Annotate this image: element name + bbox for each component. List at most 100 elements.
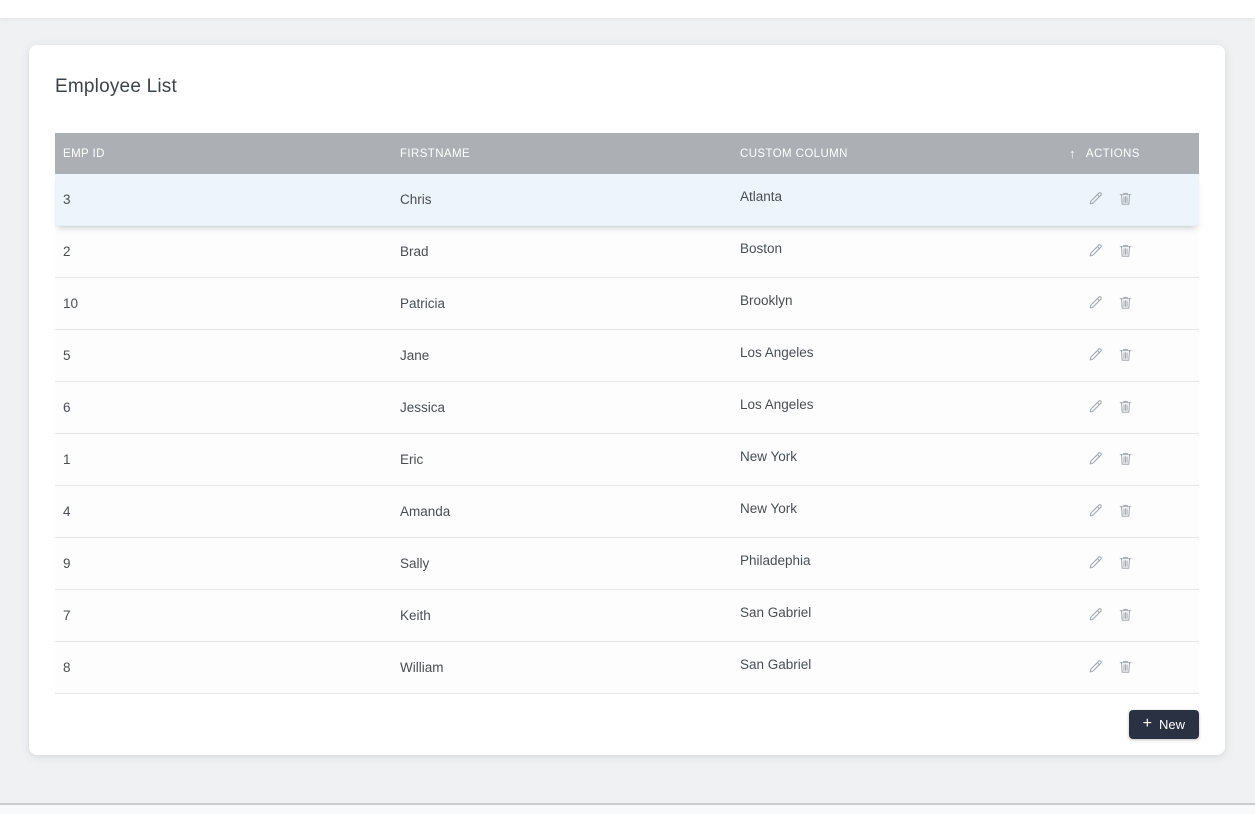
cell-emp-id: 7 [55, 608, 392, 623]
cell-emp-id: 9 [55, 556, 392, 571]
cell-firstname: Eric [392, 452, 732, 467]
cell-actions [1069, 555, 1199, 573]
delete-button[interactable] [1116, 659, 1134, 677]
trash-icon [1117, 190, 1134, 210]
edit-button[interactable] [1086, 347, 1104, 365]
pencil-icon [1087, 554, 1104, 574]
cell-actions [1069, 607, 1199, 625]
trash-icon [1117, 242, 1134, 262]
cell-custom-column: San Gabriel [732, 657, 1069, 672]
new-button[interactable]: + New [1129, 710, 1199, 739]
trash-icon [1117, 346, 1134, 366]
cell-firstname: William [392, 660, 732, 675]
new-button-label: New [1159, 717, 1185, 732]
employee-table: EMP ID FIRSTNAME CUSTOM COLUMN ↑ ACTIONS… [55, 133, 1199, 694]
column-header-emp-id[interactable]: EMP ID [55, 148, 392, 160]
delete-button[interactable] [1116, 295, 1134, 313]
pencil-icon [1087, 190, 1104, 210]
cell-firstname: Jessica [392, 400, 732, 415]
cell-emp-id: 5 [55, 348, 392, 363]
table-row[interactable]: 6 Jessica Los Angeles [55, 382, 1199, 434]
cell-firstname: Jane [392, 348, 732, 363]
edit-button[interactable] [1086, 295, 1104, 313]
cell-firstname: Keith [392, 608, 732, 623]
cell-emp-id: 6 [55, 400, 392, 415]
card-footer: + New [55, 694, 1199, 755]
table-row[interactable]: 4 Amanda New York [55, 486, 1199, 538]
delete-button[interactable] [1116, 243, 1134, 261]
cell-actions [1069, 295, 1199, 313]
column-header-actions-label: ACTIONS [1086, 148, 1140, 160]
pencil-icon [1087, 606, 1104, 626]
delete-button[interactable] [1116, 607, 1134, 625]
pencil-icon [1087, 294, 1104, 314]
edit-button[interactable] [1086, 399, 1104, 417]
edit-button[interactable] [1086, 503, 1104, 521]
table-row[interactable]: 1 Eric New York [55, 434, 1199, 486]
pencil-icon [1087, 658, 1104, 678]
delete-button[interactable] [1116, 191, 1134, 209]
edit-button[interactable] [1086, 243, 1104, 261]
pencil-icon [1087, 242, 1104, 262]
cell-custom-column: San Gabriel [732, 605, 1069, 620]
sort-ascending-icon: ↑ [1069, 147, 1076, 160]
cell-firstname: Chris [392, 192, 732, 207]
page-footer [0, 803, 1255, 814]
trash-icon [1117, 398, 1134, 418]
main-content: Employee List EMP ID FIRSTNAME CUSTOM CO… [0, 18, 1255, 803]
cell-emp-id: 1 [55, 452, 392, 467]
cell-actions [1069, 347, 1199, 365]
delete-button[interactable] [1116, 399, 1134, 417]
cell-custom-column: Brooklyn [732, 293, 1069, 308]
trash-icon [1117, 554, 1134, 574]
pencil-icon [1087, 502, 1104, 522]
cell-custom-column: Boston [732, 241, 1069, 256]
column-header-firstname[interactable]: FIRSTNAME [392, 148, 732, 160]
cell-emp-id: 2 [55, 244, 392, 259]
trash-icon [1117, 502, 1134, 522]
cell-custom-column: Los Angeles [732, 345, 1069, 360]
column-header-actions[interactable]: ↑ ACTIONS [1069, 147, 1199, 160]
table-row[interactable]: 8 William San Gabriel [55, 642, 1199, 694]
cell-custom-column: New York [732, 501, 1069, 516]
table-row[interactable]: 5 Jane Los Angeles [55, 330, 1199, 382]
cell-actions [1069, 191, 1199, 209]
edit-button[interactable] [1086, 451, 1104, 469]
table-row[interactable]: 2 Brad Boston [55, 226, 1199, 278]
cell-emp-id: 10 [55, 296, 392, 311]
cell-emp-id: 8 [55, 660, 392, 675]
cell-actions [1069, 399, 1199, 417]
delete-button[interactable] [1116, 555, 1134, 573]
pencil-icon [1087, 346, 1104, 366]
plus-icon: + [1143, 716, 1152, 732]
edit-button[interactable] [1086, 555, 1104, 573]
trash-icon [1117, 450, 1134, 470]
table-body: 3 Chris Atlanta [55, 174, 1199, 694]
cell-custom-column: Atlanta [732, 189, 1069, 204]
delete-button[interactable] [1116, 451, 1134, 469]
cell-actions [1069, 503, 1199, 521]
page-title: Employee List [55, 73, 1199, 101]
cell-custom-column: New York [732, 449, 1069, 464]
cell-firstname: Brad [392, 244, 732, 259]
table-row[interactable]: 7 Keith San Gabriel [55, 590, 1199, 642]
edit-button[interactable] [1086, 607, 1104, 625]
delete-button[interactable] [1116, 347, 1134, 365]
trash-icon [1117, 294, 1134, 314]
cell-firstname: Patricia [392, 296, 732, 311]
table-row[interactable]: 3 Chris Atlanta [55, 174, 1199, 226]
table-row[interactable]: 9 Sally Philadephia [55, 538, 1199, 590]
cell-custom-column: Los Angeles [732, 397, 1069, 412]
pencil-icon [1087, 450, 1104, 470]
edit-button[interactable] [1086, 659, 1104, 677]
edit-button[interactable] [1086, 191, 1104, 209]
cell-actions [1069, 451, 1199, 469]
cell-emp-id: 3 [55, 192, 392, 207]
table-row[interactable]: 10 Patricia Brooklyn [55, 278, 1199, 330]
cell-actions [1069, 243, 1199, 261]
column-header-custom-column[interactable]: CUSTOM COLUMN [732, 148, 1069, 160]
pencil-icon [1087, 398, 1104, 418]
cell-firstname: Amanda [392, 504, 732, 519]
delete-button[interactable] [1116, 503, 1134, 521]
cell-emp-id: 4 [55, 504, 392, 519]
